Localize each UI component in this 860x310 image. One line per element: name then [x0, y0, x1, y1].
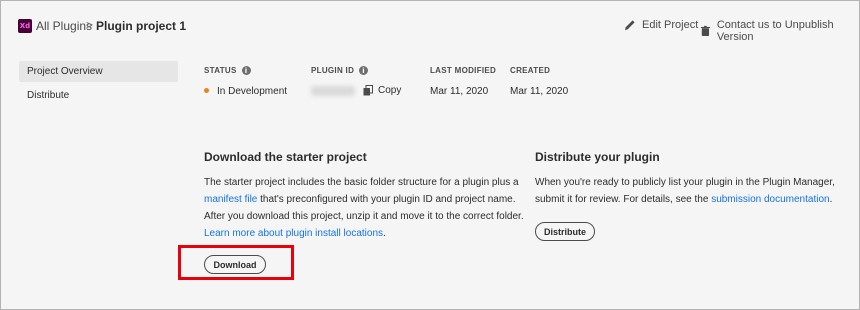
status-label: STATUS	[204, 66, 237, 75]
last-modified-heading: LAST MODIFIED	[430, 66, 496, 75]
contact-unpublish-button[interactable]: Contact us to Unpublish Version	[700, 19, 858, 43]
created-heading: CREATED	[510, 66, 550, 75]
copy-plugin-id-button[interactable]: Copy	[363, 85, 401, 96]
last-modified-value: Mar 11, 2020	[430, 86, 489, 97]
created-value: Mar 11, 2020	[510, 86, 569, 97]
xd-logo-icon: Xd	[18, 19, 32, 33]
manifest-file-link[interactable]: manifest file	[204, 194, 257, 205]
starter-text-part-3: .	[383, 228, 386, 239]
starter-text-part-1: The starter project includes the basic f…	[204, 177, 519, 188]
trash-icon	[700, 25, 710, 36]
status-dot-icon	[204, 88, 209, 93]
distribute-button[interactable]: Distribute	[535, 222, 595, 241]
starter-project-title: Download the starter project	[204, 150, 367, 164]
copy-icon	[363, 85, 373, 96]
submission-documentation-link[interactable]: submission documentation	[711, 194, 829, 205]
last-modified-label: LAST MODIFIED	[430, 66, 497, 75]
breadcrumb-separator: >	[86, 18, 94, 32]
install-locations-link[interactable]: Learn more about plugin install location…	[204, 228, 383, 239]
info-icon[interactable]: i	[359, 66, 369, 75]
plugin-id-label: PLUGIN ID	[311, 66, 355, 75]
breadcrumb-all-plugins[interactable]: All Plugins	[36, 19, 92, 33]
edit-project-button[interactable]: Edit Project	[624, 19, 698, 31]
plugin-id-heading: PLUGIN ID i	[311, 66, 369, 75]
copy-label: Copy	[378, 85, 402, 96]
breadcrumb-current-project: Plugin project 1	[96, 19, 187, 33]
status-heading: STATUS i	[204, 66, 251, 75]
starter-project-description: The starter project includes the basic f…	[204, 174, 524, 242]
pencil-icon	[625, 20, 635, 30]
sidebar-item-project-overview[interactable]: Project Overview	[19, 61, 178, 82]
created-label: CREATED	[510, 66, 551, 75]
highlight-annotation-box	[178, 245, 294, 280]
status-value: In Development	[217, 86, 288, 97]
edit-project-label: Edit Project	[642, 19, 699, 31]
plugin-id-value-redacted	[311, 86, 355, 96]
distribute-plugin-title: Distribute your plugin	[535, 150, 660, 164]
contact-unpublish-label: Contact us to Unpublish Version	[716, 19, 834, 43]
distribute-text-part-2: .	[829, 194, 833, 205]
distribute-plugin-description: When you're ready to publicly list your …	[535, 174, 835, 208]
info-icon[interactable]: i	[241, 66, 251, 75]
top-header: Xd All Plugins > Plugin project 1 Edit P…	[0, 0, 858, 52]
sidebar-item-distribute[interactable]: Distribute	[19, 85, 178, 106]
